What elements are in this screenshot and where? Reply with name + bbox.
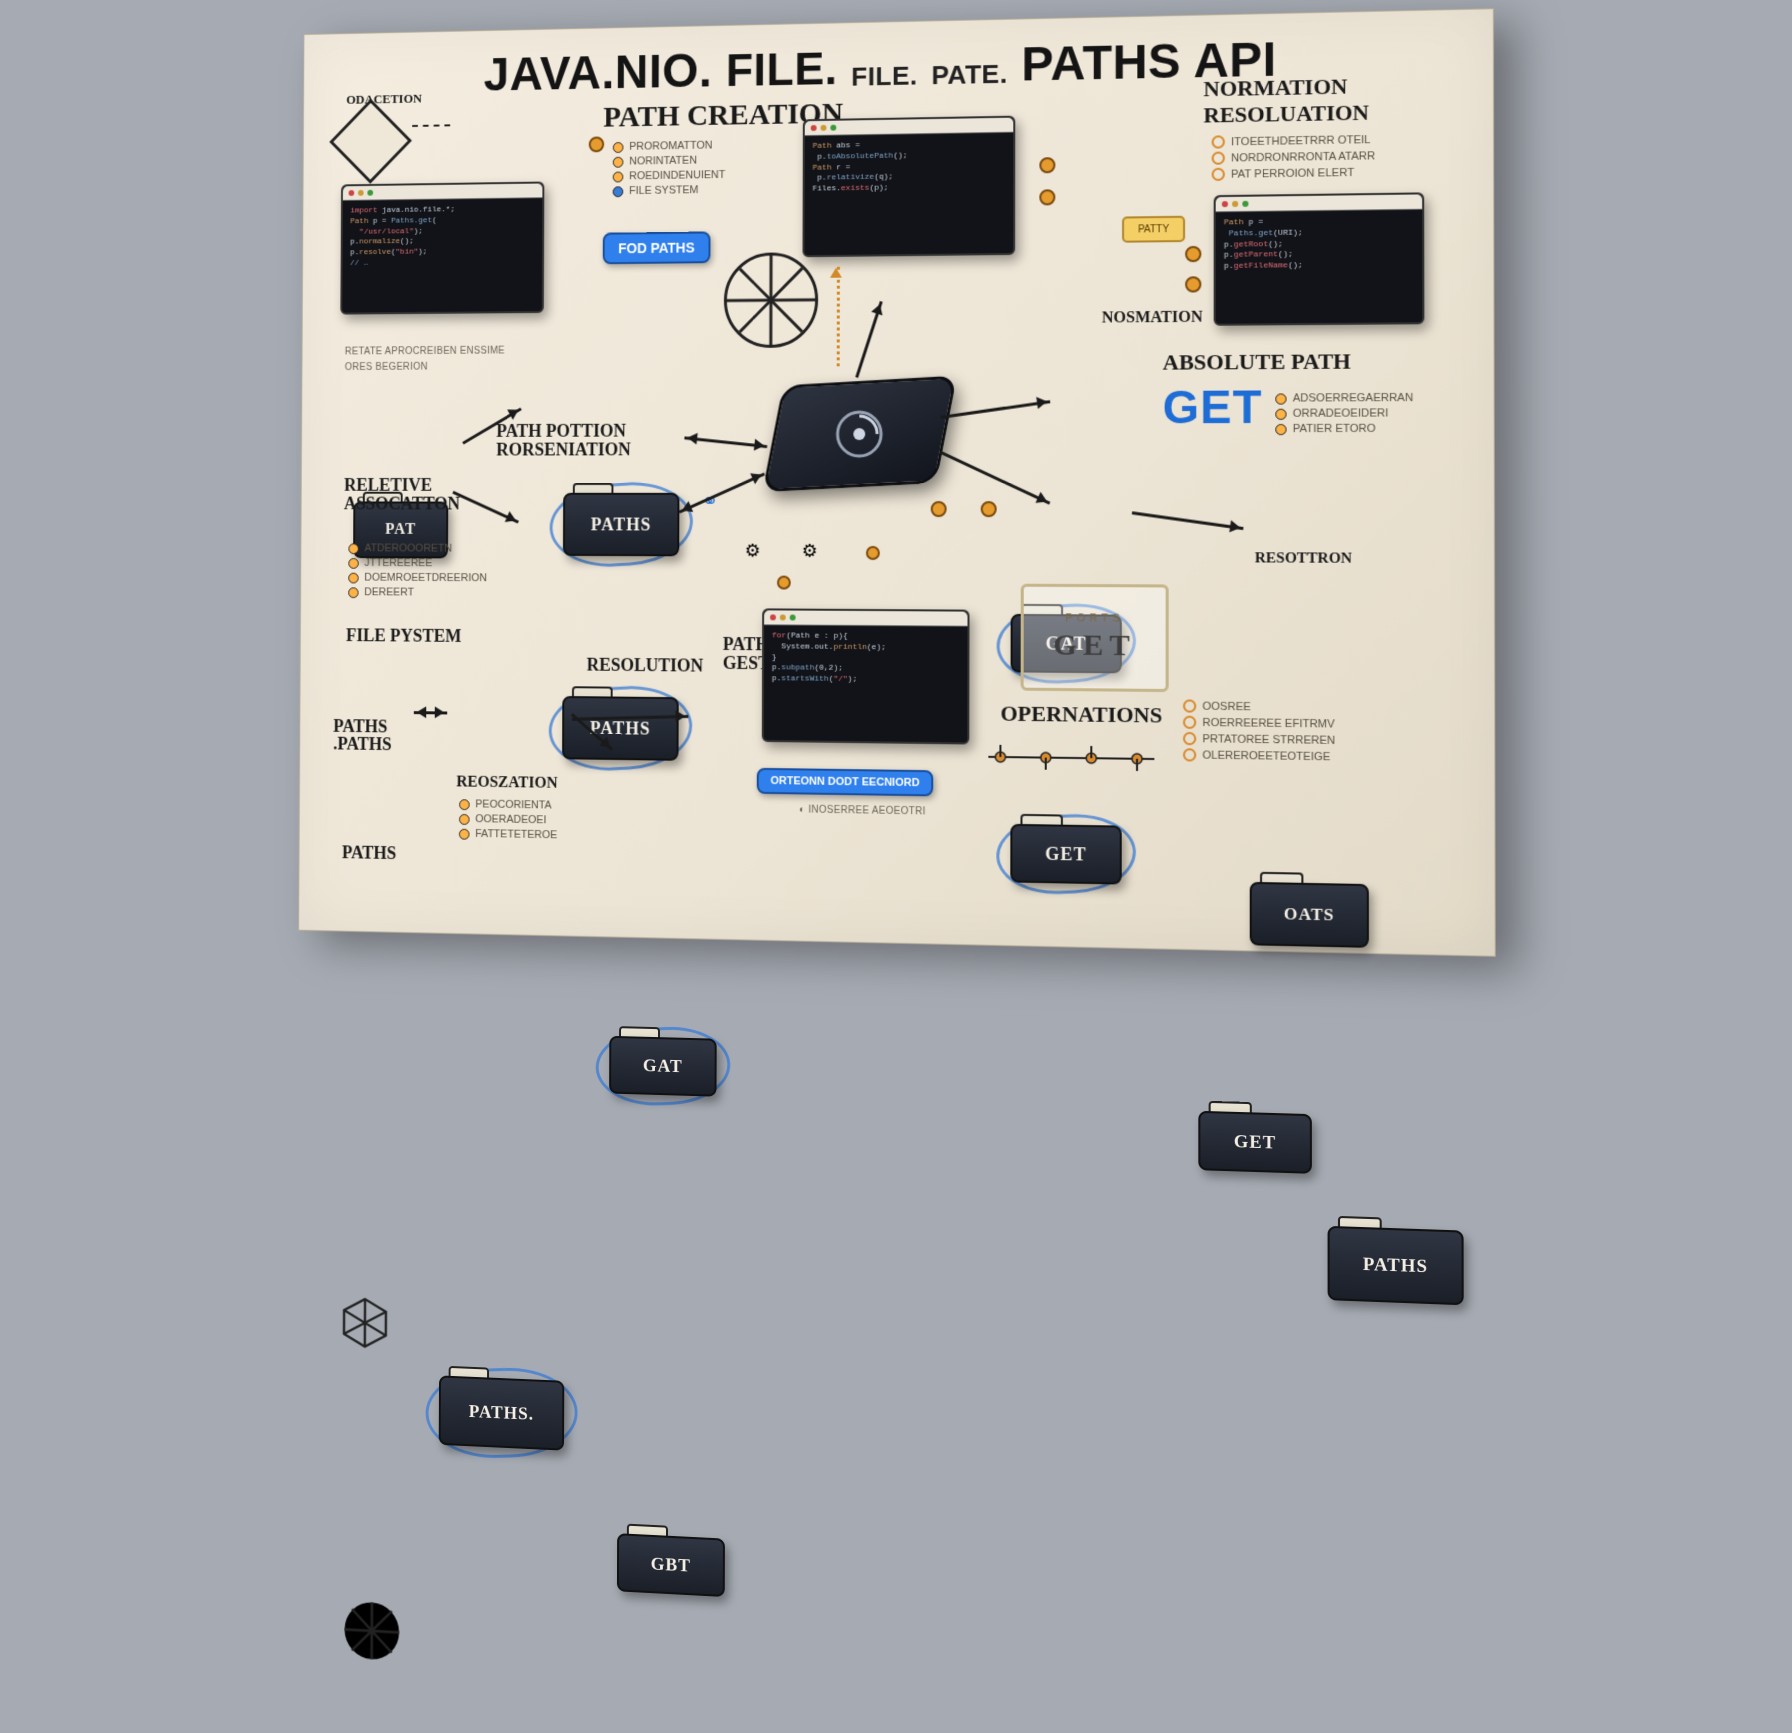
folder-oats: OATS [1250, 882, 1369, 948]
cube-logo [336, 1292, 393, 1354]
lightbox-get: PORTS GET [1021, 584, 1169, 692]
label-paths-logo: PATHS [342, 842, 396, 864]
code-window-3: Path p = Paths.get(URI);p.getRoot();p.ge… [1214, 192, 1425, 325]
folder-paths-right: PATHS [1328, 1226, 1464, 1305]
label-nosmation: NOSMATION [1102, 309, 1203, 328]
bullets-reosz: PEOCORIENTA OOERADEOEI FATTETETEROE [459, 795, 557, 844]
heading-normation: NORMATION [1203, 73, 1347, 102]
label-paths-paths: PATHS .PATHS [333, 717, 392, 753]
center-diamond [772, 381, 947, 487]
code-window-1: import java.nio.file.*;Path p = Paths.ge… [340, 182, 544, 315]
folder-paths-2: PATHS [562, 696, 679, 761]
get-big: GET [1163, 379, 1263, 434]
bullets-left: ATDEROOORETN JTTEREEREE DOEMROEETDREERIO… [348, 540, 487, 602]
code-window-2: Path abs = p.toAbsolutePath();Path r = p… [802, 116, 1015, 258]
heading-reoszation: REOSZATION [456, 774, 557, 793]
page-title: JAVA.NIO. FILE. FILE. PATE. PATHS API [484, 32, 1277, 102]
folder-get-2: GET [1198, 1111, 1312, 1174]
left-text: RETATE APROCREIBEN ENSSIME ORES BEGERION [345, 344, 526, 376]
pill-badge: ORTEONN DODT EECNIORD [757, 768, 934, 797]
bullets-operations: OOSREE ROERREEREE EFITRMV PRTATOREE STRR… [1183, 696, 1335, 766]
folder-gat-2: GAT [609, 1036, 717, 1097]
compass-icon [724, 252, 818, 348]
badge-small: PATTY [1122, 216, 1185, 243]
label-odaetion: ODACETION [346, 91, 422, 108]
pill-paths: FOD PATHS [603, 231, 711, 264]
heading-resolution-2: RESOLUTION [587, 655, 704, 677]
folder-paths-1: PATHS [563, 493, 679, 556]
heading-file-system: FILE PYSTEM [346, 625, 461, 646]
wheel-logo [340, 1596, 403, 1665]
code-window-4: for(Path e : p){ System.out.println(e);}… [762, 608, 970, 744]
bullets-path-creation: PROROMATTON NORINTATEN ROEDINDENUIENT FI… [613, 136, 726, 200]
heading-absolute: ABSOLUTE PATH [1163, 348, 1351, 375]
bullets-absolute: ADSOERREGAERRAN ORRADEOEIDERI PATIER ETO… [1275, 389, 1413, 438]
label-resottron: RESOTTRON [1255, 550, 1352, 568]
folder-get: GET [1010, 824, 1121, 885]
poster-canvas: JAVA.NIO. FILE. FILE. PATE. PATHS API OD… [298, 8, 1496, 957]
hex-logo-top [341, 111, 400, 172]
gear-icon: ⚙︎ [745, 541, 761, 562]
heading-relative: RELETIVE ASSOCATTON [344, 476, 460, 513]
heading-path-portion: PATH POTTION RORSENIATION [496, 422, 631, 459]
heading-operations: OPERNATIONS [1000, 701, 1162, 729]
folder-paths-3: PATHS. [439, 1375, 565, 1450]
footer-note: ◐ INOSERREE AEOEOTRI [799, 804, 926, 817]
bullets-normation: ITOEETHDEETRRR OTEIL NORDRONRRONTA ATARR… [1212, 130, 1376, 184]
gear-icon-2: ⚙︎ [802, 541, 818, 562]
heading-resolution: RESOLUATION [1203, 99, 1369, 128]
folder-gbt: GBT [617, 1533, 725, 1597]
timeline-icon [980, 743, 1162, 774]
